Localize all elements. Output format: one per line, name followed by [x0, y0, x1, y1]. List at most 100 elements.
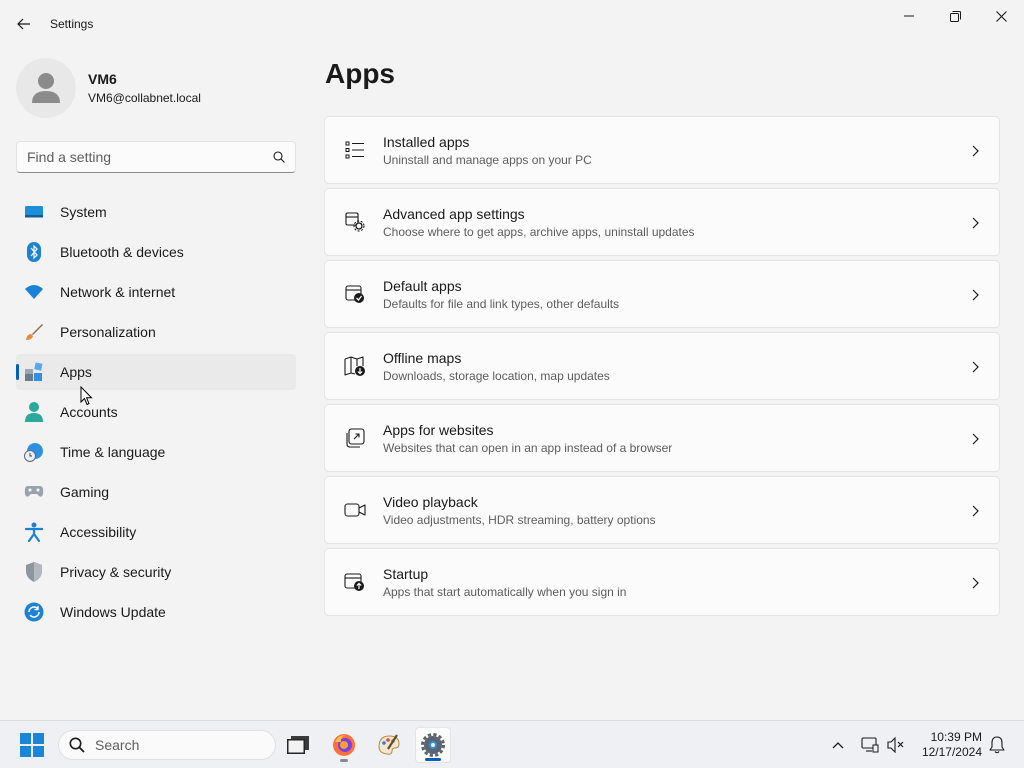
- taskbar-clock[interactable]: 10:39 PM 12/17/2024: [910, 730, 982, 760]
- running-indicator: [340, 759, 348, 762]
- card-startup[interactable]: Startup Apps that start automatically wh…: [324, 548, 1000, 616]
- firefox-icon: [333, 734, 355, 756]
- sidebar-item-personalization[interactable]: Personalization: [16, 314, 296, 350]
- taskbar-app-paint[interactable]: [371, 727, 407, 763]
- sidebar-item-label: Apps: [60, 364, 92, 380]
- window-title: Settings: [50, 17, 94, 31]
- clock-date: 12/17/2024: [921, 745, 982, 759]
- paint-icon: [378, 734, 400, 755]
- update-icon: [24, 602, 44, 622]
- card-title: Startup: [383, 565, 429, 582]
- system-icon: [24, 202, 44, 222]
- sidebar-item-system[interactable]: System: [16, 194, 296, 230]
- startup-icon: [343, 570, 367, 594]
- profile-email: VM6@collabnet.local: [88, 91, 201, 105]
- accessibility-icon: [24, 522, 44, 542]
- list-icon: [343, 138, 367, 162]
- taskbar-app-firefox[interactable]: [326, 727, 362, 763]
- speaker-muted-icon: [887, 737, 904, 753]
- sidebar-item-label: Accessibility: [60, 524, 137, 540]
- start-button[interactable]: [14, 729, 50, 761]
- profile-name: VM6: [88, 71, 117, 87]
- tray-overflow-button[interactable]: [826, 733, 850, 757]
- sidebar-item-privacy[interactable]: Privacy & security: [16, 554, 296, 590]
- default-apps-icon: [343, 282, 367, 306]
- settings-window: Settings VM6 VM6@collabnet.local System: [0, 0, 1024, 720]
- user-avatar-icon: [32, 73, 60, 103]
- card-description: Downloads, storage location, map updates: [383, 368, 610, 383]
- tray-volume-button[interactable]: [884, 733, 908, 757]
- minimize-button[interactable]: [886, 0, 932, 32]
- back-arrow-icon: [17, 18, 30, 30]
- chevron-right-icon: [969, 287, 981, 303]
- settings-card-list: Installed apps Uninstall and manage apps…: [324, 116, 1000, 620]
- card-video-playback[interactable]: Video playback Video adjustments, HDR st…: [324, 476, 1000, 544]
- sidebar-item-label: Time & language: [60, 444, 166, 460]
- sidebar-item-label: Windows Update: [60, 604, 166, 620]
- bluetooth-icon: [24, 242, 44, 262]
- sidebar-nav: System Bluetooth & devices Network & int…: [16, 194, 296, 634]
- active-indicator: [16, 364, 19, 380]
- card-description: Defaults for file and link types, other …: [383, 296, 620, 311]
- restore-button[interactable]: [932, 0, 978, 32]
- card-description: Apps that start automatically when you s…: [383, 584, 627, 599]
- card-installed-apps[interactable]: Installed apps Uninstall and manage apps…: [324, 116, 1000, 184]
- sidebar-item-apps[interactable]: Apps: [16, 354, 296, 390]
- sidebar-item-windows-update[interactable]: Windows Update: [16, 594, 296, 630]
- card-offline-maps[interactable]: Offline maps Downloads, storage location…: [324, 332, 1000, 400]
- sidebar-item-label: Personalization: [60, 324, 156, 340]
- file-explorer-icon: [287, 736, 309, 754]
- search-input[interactable]: [27, 149, 273, 165]
- settings-gear-icon: [421, 733, 445, 757]
- restore-icon: [949, 10, 961, 22]
- windows-logo-icon: [20, 733, 44, 757]
- bell-icon: [989, 736, 1005, 754]
- shield-icon: [24, 562, 44, 582]
- card-title: Advanced app settings: [383, 205, 525, 222]
- apps-icon: [24, 362, 44, 382]
- sidebar-item-time-language[interactable]: Time & language: [16, 434, 296, 470]
- tray-network-button[interactable]: [858, 733, 882, 757]
- taskbar-search[interactable]: Search: [58, 730, 276, 760]
- person-icon: [24, 402, 44, 422]
- sidebar-item-accounts[interactable]: Accounts: [16, 394, 296, 430]
- sidebar-item-accessibility[interactable]: Accessibility: [16, 514, 296, 550]
- title-bar: Settings: [0, 0, 1024, 48]
- page-title: Apps: [325, 58, 395, 89]
- back-button[interactable]: [8, 8, 40, 40]
- network-status-icon: [861, 737, 879, 753]
- taskbar: Search 10:39 PM 12/17/2024: [0, 720, 1024, 768]
- chevron-right-icon: [969, 143, 981, 159]
- sidebar-item-network[interactable]: Network & internet: [16, 274, 296, 310]
- card-description: Uninstall and manage apps on your PC: [383, 152, 592, 167]
- chevron-right-icon: [969, 359, 981, 375]
- card-default-apps[interactable]: Default apps Defaults for file and link …: [324, 260, 1000, 328]
- close-button[interactable]: [978, 0, 1024, 32]
- card-title: Video playback: [383, 493, 478, 510]
- chevron-up-icon: [832, 742, 844, 749]
- card-advanced-app-settings[interactable]: Advanced app settings Choose where to ge…: [324, 188, 1000, 256]
- sidebar-item-label: Accounts: [60, 404, 118, 420]
- notifications-button[interactable]: [985, 733, 1009, 757]
- taskbar-app-settings[interactable]: [415, 727, 451, 763]
- minimize-icon: [904, 15, 914, 17]
- card-title: Apps for websites: [383, 421, 494, 438]
- taskbar-search-label: Search: [95, 737, 140, 753]
- map-download-icon: [343, 354, 367, 378]
- settings-search[interactable]: [16, 141, 296, 173]
- sidebar-item-label: System: [60, 204, 107, 220]
- taskbar-app-file-explorer[interactable]: [280, 727, 316, 763]
- sidebar-item-gaming[interactable]: Gaming: [16, 474, 296, 510]
- card-apps-for-websites[interactable]: Apps for websites Websites that can open…: [324, 404, 1000, 472]
- open-in-app-icon: [343, 426, 367, 450]
- clock-time: 10:39 PM: [930, 730, 982, 744]
- user-profile[interactable]: VM6 VM6@collabnet.local: [16, 56, 201, 120]
- card-description: Choose where to get apps, archive apps, …: [383, 224, 695, 239]
- wifi-icon: [24, 282, 44, 302]
- sidebar-item-bluetooth[interactable]: Bluetooth & devices: [16, 234, 296, 270]
- card-title: Installed apps: [383, 133, 470, 150]
- brush-icon: [24, 322, 44, 342]
- card-description: Video adjustments, HDR streaming, batter…: [383, 512, 656, 527]
- card-title: Offline maps: [383, 349, 462, 366]
- search-icon: [69, 737, 85, 753]
